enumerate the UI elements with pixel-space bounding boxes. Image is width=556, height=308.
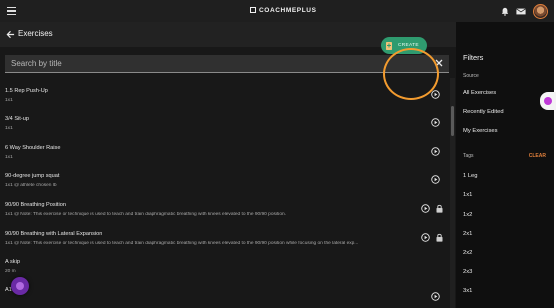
exercise-detail: 1x1: [5, 126, 13, 131]
back-arrow-icon[interactable]: [6, 30, 15, 39]
play-circle-icon[interactable]: [431, 90, 440, 99]
exercises-panel: Exercises CREATE 1.5 Rep Push-Up 1x1 3/4…: [0, 22, 456, 308]
brand-mark-icon: [250, 7, 256, 13]
source-section-label: Source: [463, 73, 479, 79]
clear-tags-button[interactable]: CLEAR: [529, 153, 546, 159]
list-item[interactable]: A skip 20 m: [0, 249, 450, 277]
brand-name: COACHMEPLUS: [259, 7, 317, 14]
exercise-name: A skip: [5, 259, 20, 265]
page-title: Exercises: [18, 29, 53, 38]
tag-option[interactable]: 1x2: [463, 212, 472, 218]
create-document-icon: [386, 41, 392, 50]
assistant-icon: [16, 282, 24, 290]
assistant-fab-button[interactable]: [11, 277, 29, 295]
filters-title: Filters: [463, 53, 484, 62]
floating-help-widget[interactable]: [540, 92, 556, 110]
list-item[interactable]: 90/90 Breathing with Lateral Expansion 1…: [0, 221, 450, 249]
play-circle-icon[interactable]: [421, 233, 430, 242]
tag-option[interactable]: 2x3: [463, 269, 472, 275]
scroll-thumb[interactable]: [451, 106, 454, 136]
exercise-detail: 1x1: [5, 98, 13, 103]
tag-option[interactable]: 2x2: [463, 250, 472, 256]
exercise-name: 90/90 Breathing Position: [5, 202, 66, 208]
exercise-detail: 20 m: [5, 269, 16, 274]
list-item[interactable]: 90/90 Breathing Position 1x1 @ Note: Thi…: [0, 192, 450, 220]
play-circle-icon[interactable]: [431, 292, 440, 301]
exercise-name: 90-degree jump squat: [5, 173, 60, 179]
exercise-detail: 1x1: [5, 155, 13, 160]
exercise-name: 3/4 Sit-up: [5, 116, 29, 122]
exercise-list: 1.5 Rep Push-Up 1x1 3/4 Sit-up 1x1 6 Way…: [0, 78, 450, 308]
exercise-name: 1.5 Rep Push-Up: [5, 88, 48, 94]
list-scrollbar[interactable]: [450, 78, 455, 308]
play-circle-icon[interactable]: [431, 118, 440, 127]
exercise-name: 6 Way Shoulder Raise: [5, 145, 61, 151]
avatar[interactable]: [533, 3, 548, 19]
exercise-name: 90/90 Breathing with Lateral Expansion: [5, 231, 103, 237]
play-circle-icon[interactable]: [431, 175, 440, 184]
tag-option[interactable]: 1x1: [463, 192, 472, 198]
search-input[interactable]: [5, 55, 425, 72]
lock-icon: [436, 233, 443, 242]
tag-option[interactable]: 1 Leg: [463, 173, 478, 179]
play-circle-icon[interactable]: [431, 147, 440, 156]
create-highlight-ring: [383, 48, 439, 100]
exercise-detail: 1x1 @ Note: This exercise or technique i…: [5, 212, 287, 217]
top-actions: [501, 3, 548, 19]
tags-section-label: Tags: [463, 153, 474, 159]
play-circle-icon[interactable]: [421, 204, 430, 213]
list-item[interactable]: 3/4 Sit-up 1x1: [0, 106, 450, 134]
bell-icon[interactable]: [501, 7, 509, 16]
mail-icon[interactable]: [516, 7, 526, 15]
exercise-detail: 1x1 @ Note: This exercise or technique i…: [5, 241, 359, 246]
list-item[interactable]: 6 Way Shoulder Raise 1x1: [0, 135, 450, 163]
top-bar: COACHMEPLUS: [0, 0, 554, 22]
source-option-all-exercises[interactable]: All Exercises: [463, 90, 496, 96]
source-option-recently-edited[interactable]: Recently Edited: [463, 109, 504, 115]
tag-option[interactable]: 3x1: [463, 288, 472, 294]
lock-icon: [436, 204, 443, 213]
exercise-detail: 1x1 @ athlete chosen lb: [5, 183, 57, 188]
help-widget-icon: [544, 97, 552, 105]
list-item[interactable]: 90-degree jump squat 1x1 @ athlete chose…: [0, 163, 450, 191]
list-item[interactable]: 1.5 Rep Push-Up 1x1: [0, 78, 450, 106]
filters-panel: Filters Source All Exercises Recently Ed…: [456, 22, 554, 308]
source-option-my-exercises[interactable]: My Exercises: [463, 128, 497, 134]
list-item[interactable]: A1 ...gle: [0, 278, 450, 306]
tag-option[interactable]: 2x1: [463, 231, 472, 237]
brand-logo[interactable]: COACHMEPLUS: [250, 7, 317, 14]
menu-icon[interactable]: [7, 7, 16, 15]
